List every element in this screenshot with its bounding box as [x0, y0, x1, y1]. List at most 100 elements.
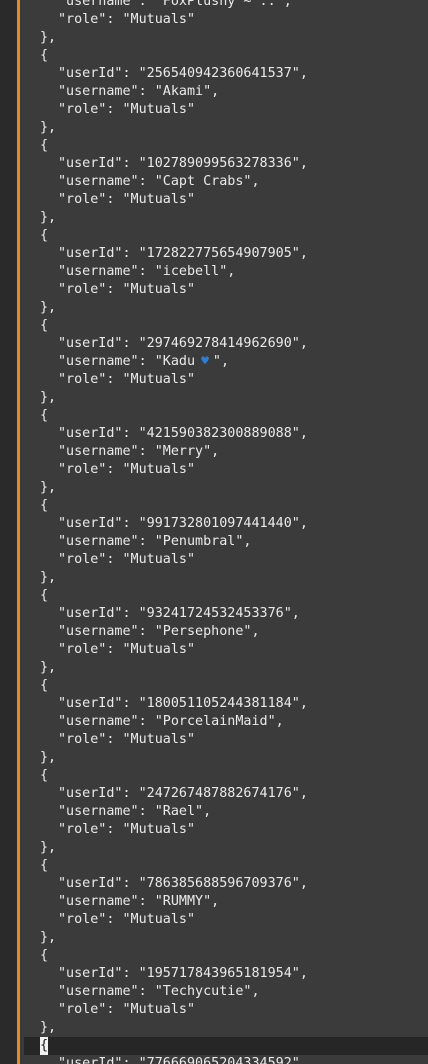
json-close-brace: }, [40, 300, 57, 315]
current-line[interactable]: { [24, 1037, 428, 1055]
json-userid-line: "userId": "247267487882674176", [58, 786, 308, 801]
code-line: { [24, 677, 428, 695]
json-role-line: "role": "Mutuals" [58, 462, 196, 477]
json-role-line: "role": "Mutuals" [58, 282, 196, 297]
json-role-line: "role": "Mutuals" [58, 822, 196, 837]
code-line: }, [24, 749, 428, 767]
json-username-suffix: ", [212, 354, 230, 369]
json-open-brace: { [40, 768, 49, 783]
json-username-line: "username": "icebell", [58, 264, 236, 279]
code-line: "role": "Mutuals" [24, 191, 428, 209]
code-line: "role": "Mutuals" [24, 101, 428, 119]
code-line: "role": "Mutuals" [24, 371, 428, 389]
json-userid-line: "userId": "180051105244381184", [58, 696, 308, 711]
code-line: "username": "RUMMY", [24, 893, 428, 911]
code-line: "userId": "786385688596709376", [24, 875, 428, 893]
json-userid-line: "userId": "93241724532453376", [58, 606, 300, 621]
code-line: { [24, 227, 428, 245]
code-line: "userId": "421590382300889088", [24, 425, 428, 443]
code-line: { [24, 587, 428, 605]
code-line: "userId": "776669065204334592" [24, 1055, 428, 1064]
json-userid-line: "userId": "297469278414962690", [58, 336, 308, 351]
json-close-brace: }, [40, 660, 57, 675]
code-line: "role": "Mutuals" [24, 281, 428, 299]
json-close-brace: }, [40, 390, 57, 405]
json-role-line: "role": "Mutuals" [58, 12, 196, 27]
code-editor[interactable]: "username": "FoxPlushy ~ ..", "role": "M… [0, 0, 428, 1064]
json-open-brace: { [40, 948, 49, 963]
code-line: { [24, 497, 428, 515]
json-close-brace: }, [40, 840, 57, 855]
json-open-brace: { [40, 318, 49, 333]
code-line: "userId": "247267487882674176", [24, 785, 428, 803]
code-line: "userId": "102789099563278336", [24, 155, 428, 173]
code-line: "userId": "195717843965181954", [24, 965, 428, 983]
code-line: }, [24, 929, 428, 947]
json-role-line: "role": "Mutuals" [58, 552, 196, 567]
json-username-line: "username": "Rael", [58, 804, 212, 819]
json-role-line: "role": "Mutuals" [58, 102, 196, 117]
json-close-brace: }, [40, 750, 57, 765]
json-userid-line: "userId": "256540942360641537", [58, 66, 308, 81]
json-username-line: "username": "PorcelainMaid", [58, 714, 284, 729]
code-line: }, [24, 569, 428, 587]
json-userid-line: "userId": "421590382300889088", [58, 426, 308, 441]
code-line: }, [24, 209, 428, 227]
json-userid-line: "userId": "102789099563278336", [58, 156, 308, 171]
json-open-brace: { [40, 588, 49, 603]
code-line: "username": "FoxPlushy ~ ..", [24, 0, 428, 11]
json-role-line: "role": "Mutuals" [58, 372, 196, 387]
code-line: "username": "Akami", [24, 83, 428, 101]
json-username-line: "username": "Persephone", [58, 624, 260, 639]
json-username-line: "username": "Akami", [58, 84, 220, 99]
json-close-brace: }, [40, 1020, 57, 1035]
json-username-line: "username": "Kadu [58, 354, 196, 369]
code-line: "role": "Mutuals" [24, 911, 428, 929]
code-line: "username": "Persephone", [24, 623, 428, 641]
json-close-brace: }, [40, 930, 57, 945]
code-line: }, [24, 659, 428, 677]
json-userid-line: "userId": "786385688596709376", [58, 876, 308, 891]
code-line: "username": "Kadu ♥ ", [24, 353, 428, 371]
code-line: { [24, 407, 428, 425]
code-line: }, [24, 29, 428, 47]
json-userid-line: "userId": "195717843965181954", [58, 966, 308, 981]
blue-heart-icon: ♥ [201, 354, 209, 369]
code-line: }, [24, 1019, 428, 1037]
code-line: "userId": "297469278414962690", [24, 335, 428, 353]
json-role-line: "role": "Mutuals" [58, 732, 196, 747]
code-line: "username": "PorcelainMaid", [24, 713, 428, 731]
json-close-brace: }, [40, 480, 57, 495]
code-line: "role": "Mutuals" [24, 11, 428, 29]
code-line: { [24, 857, 428, 875]
code-line: }, [24, 839, 428, 857]
json-role-line: "role": "Mutuals" [58, 192, 196, 207]
json-username-line: "username": "Penumbral", [58, 534, 252, 549]
text-cursor-brace[interactable]: { [40, 1037, 48, 1055]
json-open-brace: { [40, 228, 49, 243]
json-open-brace: { [40, 498, 49, 513]
json-role-line: "role": "Mutuals" [58, 642, 196, 657]
json-username-line: "username": "Capt Crabs", [58, 174, 260, 189]
code-line: { [24, 947, 428, 965]
json-role-line: "role": "Mutuals" [58, 1002, 196, 1017]
json-username-line: "username": "FoxPlushy ~ ..", [58, 0, 292, 9]
code-line: }, [24, 389, 428, 407]
code-line: "userId": "180051105244381184", [24, 695, 428, 713]
code-lines[interactable]: "username": "FoxPlushy ~ ..", "role": "M… [24, 0, 428, 1064]
json-username-line: "username": "Techycutie", [58, 984, 260, 999]
json-open-brace: { [40, 138, 49, 153]
editor-gutter [0, 0, 17, 1064]
code-line: { [24, 47, 428, 65]
code-line: { [24, 317, 428, 335]
code-line: "userId": "256540942360641537", [24, 65, 428, 83]
code-line: "username": "Rael", [24, 803, 428, 821]
code-line: }, [24, 119, 428, 137]
json-open-brace: { [40, 858, 49, 873]
json-role-line: "role": "Mutuals" [58, 912, 196, 927]
json-close-brace: }, [40, 120, 57, 135]
json-userid-line: "userId": "776669065204334592" [58, 1056, 300, 1064]
json-open-brace: { [40, 678, 49, 693]
code-line: }, [24, 299, 428, 317]
code-line: { [24, 137, 428, 155]
